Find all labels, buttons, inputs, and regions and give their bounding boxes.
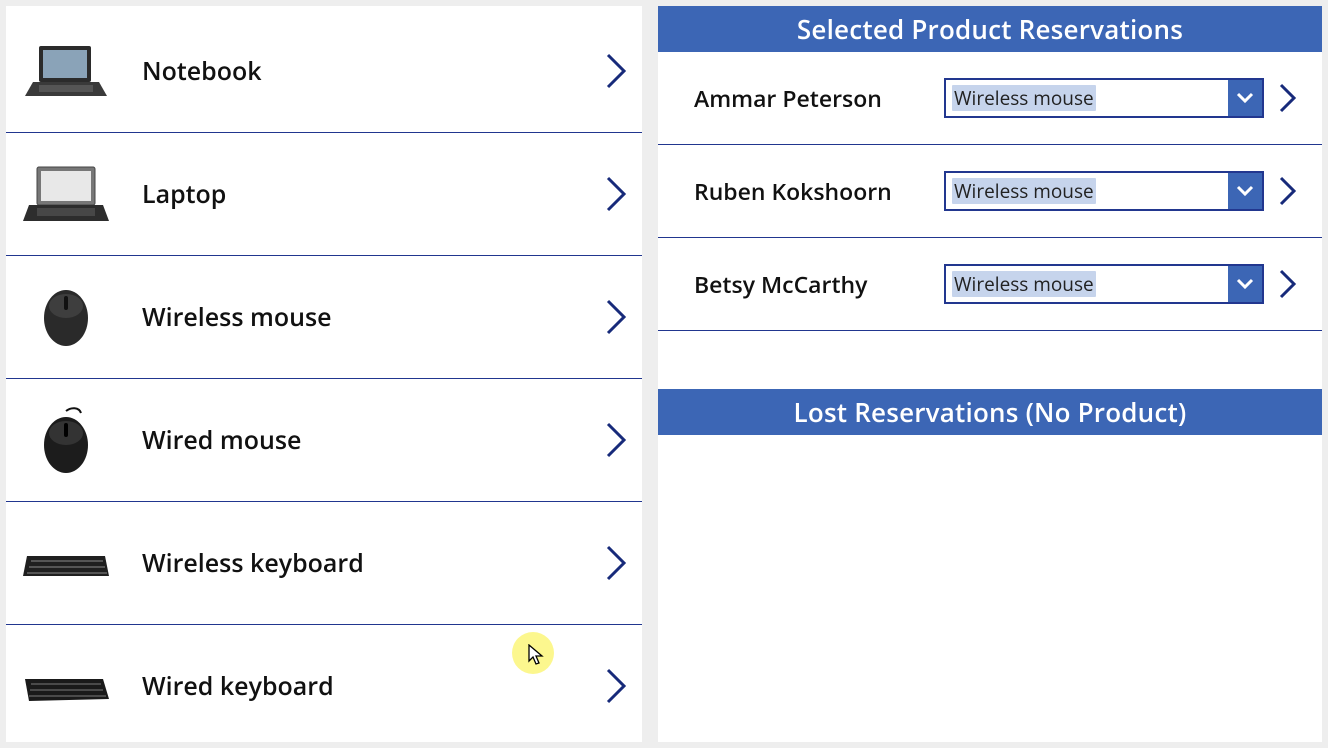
mouse-icon [16,282,116,352]
chevron-right-icon [604,420,630,460]
product-label: Wired mouse [116,423,604,457]
chevron-down-icon[interactable] [1228,80,1262,116]
keyboard-icon [16,651,116,721]
product-select[interactable]: Wireless mouse [944,78,1264,118]
select-value: Wireless mouse [946,80,1228,116]
product-row-wired-keyboard[interactable]: Wired keyboard [6,625,642,742]
select-value: Wireless mouse [946,173,1228,209]
chevron-right-icon [604,174,630,214]
product-label: Wired keyboard [116,669,604,703]
product-select[interactable]: Wireless mouse [944,171,1264,211]
chevron-right-icon [604,51,630,91]
lost-reservations-header: Lost Reservations (No Product) [658,389,1322,435]
product-row-laptop[interactable]: Laptop [6,133,642,256]
product-row-wireless-keyboard[interactable]: Wireless keyboard [6,502,642,625]
wired-mouse-icon [16,405,116,475]
chevron-down-icon[interactable] [1228,266,1262,302]
chevron-right-icon[interactable] [1278,268,1298,300]
reservation-row: Betsy McCarthy Wireless mouse [658,238,1322,331]
section-title: Selected Product Reservations [797,11,1183,47]
product-label: Wireless keyboard [116,546,604,580]
keyboard-icon [16,528,116,598]
product-row-wired-mouse[interactable]: Wired mouse [6,379,642,502]
reservation-name: Ammar Peterson [694,82,944,114]
product-label: Laptop [116,177,604,211]
product-row-wireless-mouse[interactable]: Wireless mouse [6,256,642,379]
reservations-panel: Selected Product Reservations Ammar Pete… [658,6,1322,742]
chevron-right-icon [604,297,630,337]
chevron-right-icon [604,543,630,583]
product-list-panel[interactable]: Notebook Laptop [6,6,642,742]
laptop-icon [16,159,116,229]
chevron-right-icon[interactable] [1278,175,1298,207]
product-label: Notebook [116,54,604,88]
reservation-name: Betsy McCarthy [694,268,944,300]
reservation-row: Ruben Kokshoorn Wireless mouse [658,145,1322,238]
reservation-name: Ruben Kokshoorn [694,175,944,207]
selected-reservations-header: Selected Product Reservations [658,6,1322,52]
chevron-right-icon[interactable] [1278,82,1298,114]
chevron-down-icon[interactable] [1228,173,1262,209]
reservation-row: Ammar Peterson Wireless mouse [658,52,1322,145]
product-label: Wireless mouse [116,300,604,334]
section-title: Lost Reservations (No Product) [794,394,1187,430]
product-select[interactable]: Wireless mouse [944,264,1264,304]
chevron-right-icon [604,666,630,706]
notebook-icon [16,36,116,106]
spacer [658,331,1322,389]
product-row-notebook[interactable]: Notebook [6,10,642,133]
select-value: Wireless mouse [946,266,1228,302]
